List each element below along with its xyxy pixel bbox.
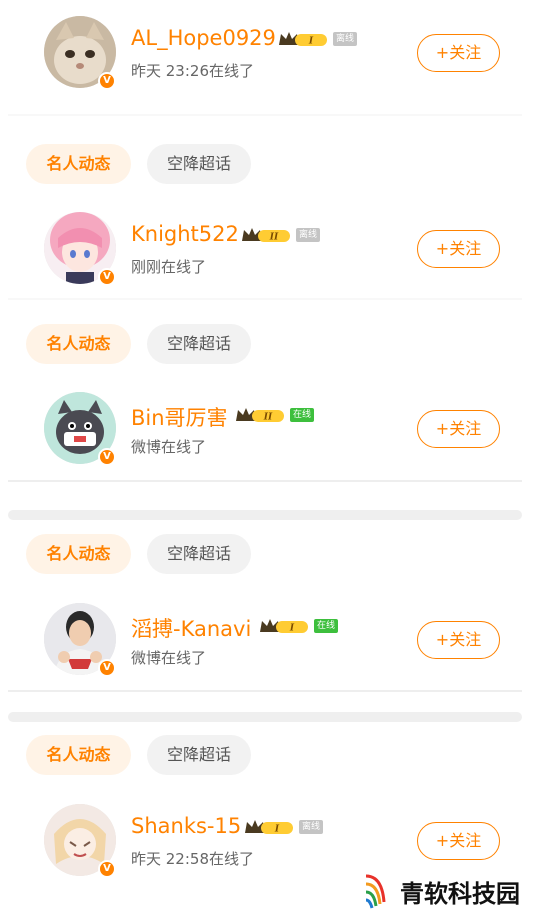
chip-group: 名人动态 空降超话 bbox=[0, 324, 539, 364]
user-row[interactable]: V Knight522 II 离线 刚刚在线了 +关注 bbox=[0, 212, 539, 302]
follow-button[interactable]: +关注 bbox=[417, 230, 500, 268]
svg-text:I: I bbox=[274, 825, 280, 835]
crown-level-icon: I bbox=[277, 30, 329, 48]
username[interactable]: Bin哥厉害 bbox=[131, 402, 228, 432]
user-row[interactable]: V AL_Hope0929 I 离线 昨天 23:26在线了 +关注 bbox=[0, 16, 539, 106]
supertopic-chip[interactable]: 空降超话 bbox=[147, 735, 251, 775]
status-badge: 离线 bbox=[296, 228, 321, 242]
crown-level-icon: II bbox=[240, 226, 292, 244]
watermark: 青软科技园 bbox=[360, 862, 539, 912]
user-row[interactable]: V 滔搏-Kanavi I 在线 微博在线了 +关注 bbox=[0, 603, 539, 693]
chip-group: 名人动态 空降超话 bbox=[0, 735, 539, 775]
user-row[interactable]: V Bin哥厉害 II 在线 微博在线了 +关注 bbox=[0, 392, 539, 482]
verified-icon: V bbox=[98, 659, 116, 677]
follow-button[interactable]: +关注 bbox=[417, 34, 500, 72]
verified-icon: V bbox=[98, 448, 116, 466]
chip-group: 名人动态 空降超话 bbox=[0, 144, 539, 184]
crown-level-icon: II bbox=[234, 406, 286, 424]
follow-button[interactable]: +关注 bbox=[417, 621, 500, 659]
verified-icon: V bbox=[98, 860, 116, 878]
username[interactable]: AL_Hope0929 bbox=[131, 26, 276, 50]
divider bbox=[8, 298, 522, 300]
last-online-text: 微博在线了 bbox=[131, 649, 207, 667]
chip-group: 名人动态 空降超话 bbox=[0, 534, 539, 574]
last-online-text: 微博在线了 bbox=[131, 438, 207, 456]
username[interactable]: 滔搏-Kanavi bbox=[131, 613, 251, 643]
follow-button[interactable]: +关注 bbox=[417, 410, 500, 448]
supertopic-chip[interactable]: 空降超话 bbox=[147, 534, 251, 574]
svg-text:II: II bbox=[269, 233, 279, 243]
follow-button[interactable]: +关注 bbox=[417, 822, 500, 860]
celebrity-news-chip[interactable]: 名人动态 bbox=[26, 144, 131, 184]
status-badge: 在线 bbox=[290, 408, 315, 422]
username[interactable]: Knight522 bbox=[131, 222, 239, 246]
celebrity-news-chip[interactable]: 名人动态 bbox=[26, 324, 131, 364]
supertopic-chip[interactable]: 空降超话 bbox=[147, 144, 251, 184]
verified-icon: V bbox=[98, 72, 116, 90]
watermark-logo-icon bbox=[365, 874, 386, 909]
status-badge: 离线 bbox=[299, 820, 324, 834]
status-badge: 离线 bbox=[333, 32, 358, 46]
crown-level-icon: I bbox=[243, 818, 295, 836]
section-divider bbox=[8, 510, 522, 520]
section-divider bbox=[8, 712, 522, 722]
verified-icon: V bbox=[98, 268, 116, 286]
supertopic-chip[interactable]: 空降超话 bbox=[147, 324, 251, 364]
divider bbox=[8, 480, 522, 482]
divider bbox=[8, 114, 522, 116]
celebrity-news-chip[interactable]: 名人动态 bbox=[26, 735, 131, 775]
last-online-text: 刚刚在线了 bbox=[131, 258, 207, 276]
svg-text:I: I bbox=[308, 37, 314, 47]
crown-level-icon: I bbox=[258, 617, 310, 635]
svg-text:II: II bbox=[263, 413, 273, 423]
status-badge: 在线 bbox=[314, 619, 339, 633]
username[interactable]: Shanks-15 bbox=[131, 814, 241, 838]
last-online-text: 昨天 22:58在线了 bbox=[131, 850, 254, 868]
svg-text:I: I bbox=[289, 624, 295, 634]
last-online-text: 昨天 23:26在线了 bbox=[131, 62, 254, 80]
divider bbox=[8, 690, 522, 692]
celebrity-news-chip[interactable]: 名人动态 bbox=[26, 534, 131, 574]
watermark-text: 青软科技园 bbox=[400, 880, 520, 908]
